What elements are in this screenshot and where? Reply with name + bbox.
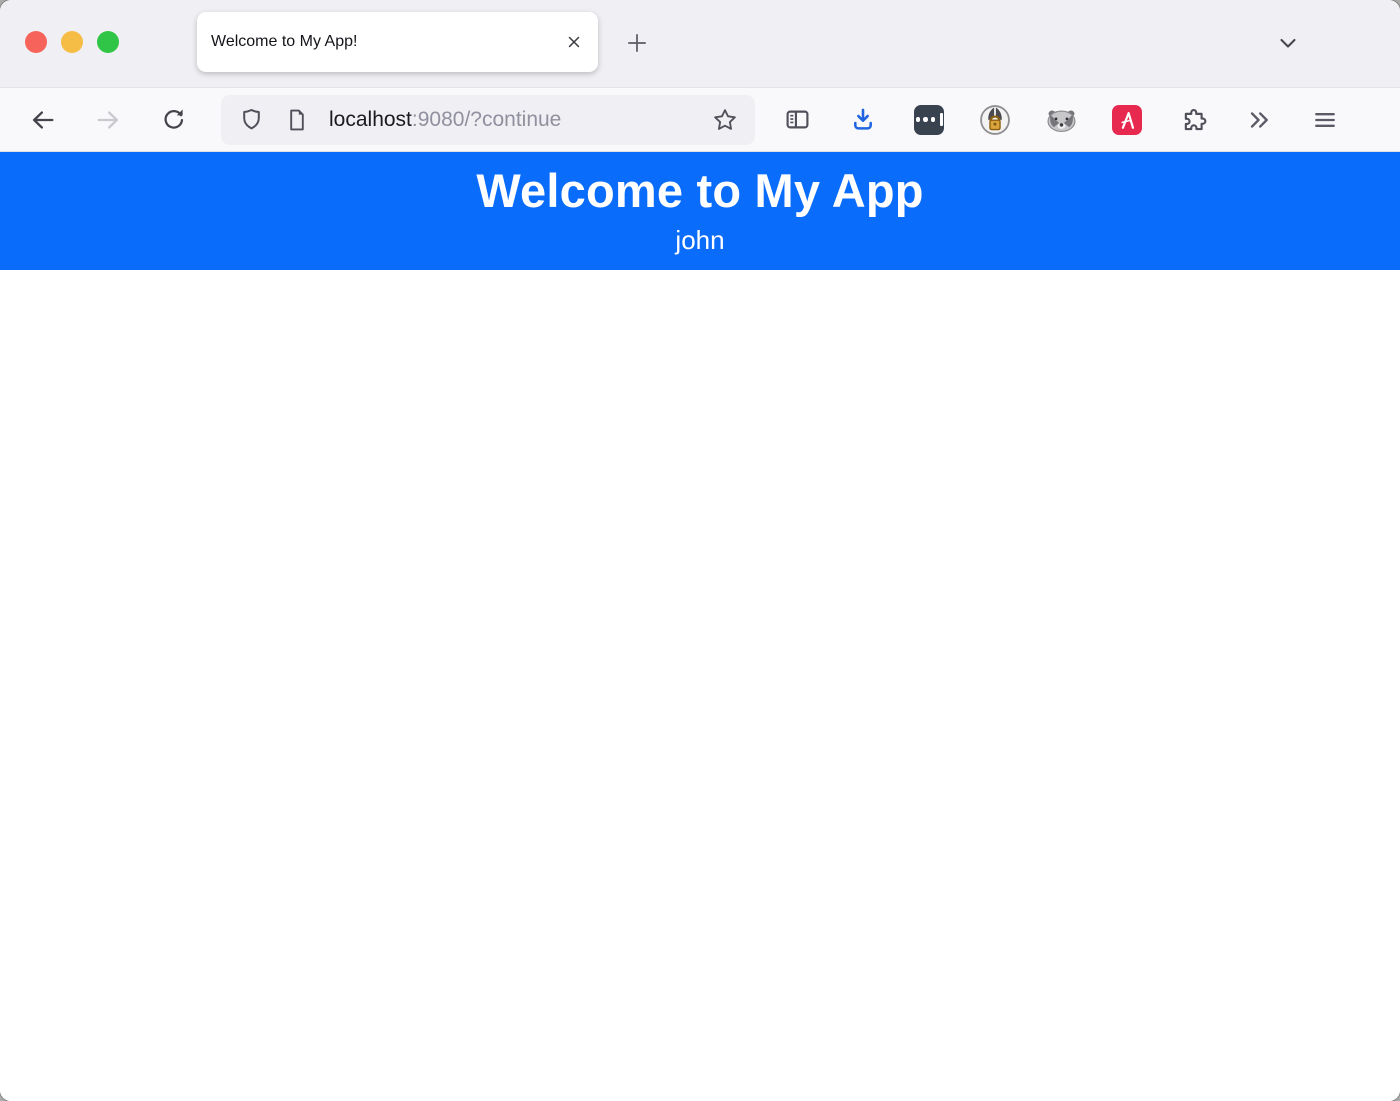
url-text: localhost:9080/?continue xyxy=(329,108,561,132)
privacy-lock-extension-button[interactable] xyxy=(975,100,1015,140)
url-path: :9080/?continue xyxy=(412,108,561,131)
privacy-lock-extension-icon xyxy=(979,104,1011,136)
close-icon xyxy=(566,34,582,50)
red-a-extension-icon xyxy=(1112,105,1142,135)
overflow-menu-button[interactable] xyxy=(1239,100,1279,140)
page-title: Welcome to My App xyxy=(476,166,923,215)
address-bar-left-icons xyxy=(235,104,313,136)
tab-title: Welcome to My App! xyxy=(211,33,562,51)
page-header: Welcome to My App john xyxy=(0,152,1400,270)
page-content: Welcome to My App john xyxy=(0,152,1400,1101)
browser-window: Welcome to My App! xyxy=(0,0,1400,1101)
plus-icon xyxy=(624,30,650,56)
chevron-down-icon xyxy=(1275,30,1301,56)
browser-tab[interactable]: Welcome to My App! xyxy=(197,12,598,72)
sidebar-icon xyxy=(784,106,811,133)
page-body xyxy=(0,270,1400,1101)
double-chevron-right-icon xyxy=(1245,106,1273,134)
app-menu-button[interactable] xyxy=(1305,100,1345,140)
zoom-window-button[interactable] xyxy=(97,31,119,53)
password-manager-icon xyxy=(914,105,944,135)
nav-buttons xyxy=(23,100,193,140)
reload-icon xyxy=(160,106,187,133)
password-manager-extension-button[interactable] xyxy=(909,100,949,140)
badger-extension-button[interactable] xyxy=(1041,100,1081,140)
back-button[interactable] xyxy=(23,100,63,140)
forward-button[interactable] xyxy=(88,100,128,140)
back-arrow-icon xyxy=(29,106,57,134)
forward-arrow-icon xyxy=(94,106,122,134)
close-tab-button[interactable] xyxy=(562,30,586,54)
hamburger-menu-icon xyxy=(1311,106,1339,134)
list-all-tabs-button[interactable] xyxy=(1272,28,1304,58)
window-controls xyxy=(25,31,119,53)
extensions-button[interactable] xyxy=(1173,100,1213,140)
star-icon xyxy=(712,107,738,133)
bookmark-button[interactable] xyxy=(705,100,745,140)
site-information-button[interactable] xyxy=(281,104,313,136)
close-window-button[interactable] xyxy=(25,31,47,53)
reload-button[interactable] xyxy=(153,100,193,140)
puzzle-piece-icon xyxy=(1180,106,1207,133)
badger-extension-icon xyxy=(1045,103,1078,136)
download-icon xyxy=(849,106,877,134)
minimize-window-button[interactable] xyxy=(61,31,83,53)
toolbar-right-icons xyxy=(777,100,1345,140)
page-subtitle: john xyxy=(675,225,724,256)
tracking-protection-button[interactable] xyxy=(235,104,267,136)
red-a-extension-button[interactable] xyxy=(1107,100,1147,140)
page-icon xyxy=(285,108,309,132)
sidebar-toggle-button[interactable] xyxy=(777,100,817,140)
tab-bar: Welcome to My App! xyxy=(0,0,1400,88)
url-host: localhost xyxy=(329,108,412,131)
new-tab-button[interactable] xyxy=(622,28,652,58)
downloads-button[interactable] xyxy=(843,100,883,140)
shield-icon xyxy=(239,107,264,132)
navigation-toolbar: localhost:9080/?continue xyxy=(0,88,1400,152)
address-bar[interactable]: localhost:9080/?continue xyxy=(221,95,755,145)
